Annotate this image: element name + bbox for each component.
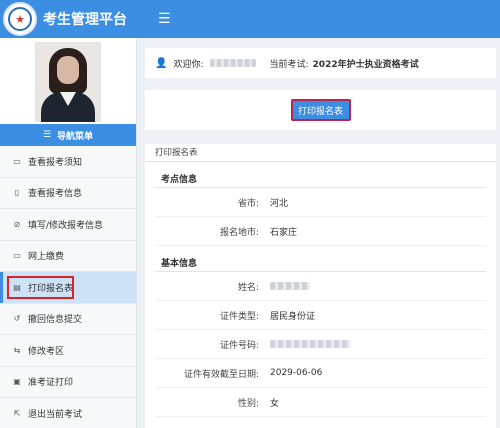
sidebar-item-label: 查看报考信息 [28, 189, 83, 200]
greeting-label: 欢迎你: [173, 59, 204, 70]
logout-icon: ⇱ [13, 408, 21, 418]
welcome-bar: 👤 欢迎你: 当前考试: 2022年护士执业资格考试 [145, 48, 496, 78]
exam-label: 当前考试: [269, 59, 309, 70]
sidebar: ☰ 导航菜单 ▭ 查看报考须知 ▯ 查看报考信息 ⊘ 填写/修改报考信息 ▭ 网上缴费 … [0, 38, 137, 428]
file-icon: ▯ [14, 188, 20, 198]
check-circle-icon: ⊘ [13, 219, 21, 229]
sidebar-item-exit-exam[interactable]: ⇱ 退出当前考试 [0, 398, 136, 428]
sidebar-item-print-form[interactable]: ▤ 打印报名表 [0, 272, 136, 304]
sidebar-item-label: 网上缴费 [28, 252, 65, 263]
ticket-icon: ▣ [13, 377, 21, 387]
main-content: 👤 欢迎你: 当前考试: 2022年护士执业资格考试 打印报名表 打印报名表 考… [137, 38, 500, 428]
field-value: 女 [270, 398, 280, 409]
form-row-province: 省市: 河北 [155, 188, 486, 217]
field-value: 2029-06-06 [270, 368, 323, 378]
field-label: 报名地市: [219, 227, 259, 238]
exam-name: 2022年护士执业资格考试 [312, 59, 419, 70]
form-title: 打印报名表 [145, 144, 496, 162]
sidebar-item-payment[interactable]: ▭ 网上缴费 [0, 241, 136, 272]
sidebar-item-change-area[interactable]: ⇆ 修改考区 [0, 335, 136, 367]
sidebar-item-label: 退出当前考试 [28, 409, 83, 420]
payment-icon: ▭ [13, 251, 21, 261]
sidebar-item-exam-info[interactable]: ▯ 查看报考信息 [0, 178, 136, 209]
form-row-id-expiry: 证件有效截至日期: 2029-06-06 [155, 359, 486, 388]
nav-list: ▭ 查看报考须知 ▯ 查看报考信息 ⊘ 填写/修改报考信息 ▭ 网上缴费 ▤ 打印报名表 … [0, 146, 136, 428]
sidebar-item-label: 查看报考须知 [28, 157, 83, 168]
redacted-id-number [270, 340, 350, 348]
swap-icon: ⇆ [13, 345, 21, 355]
redacted-name [270, 282, 310, 290]
sidebar-item-label: 填写/修改报考信息 [28, 220, 104, 231]
field-label: 省市: [237, 198, 259, 209]
form-row-name: 姓名: [155, 272, 486, 301]
field-label: 证件有效截至日期: [183, 369, 259, 380]
form-row-city: 报名地市: 石家庄 [155, 217, 486, 246]
field-value: 石家庄 [270, 227, 298, 238]
sidebar-item-admission-ticket[interactable]: ▣ 准考证打印 [0, 367, 136, 398]
form-row-gender: 性别: 女 [155, 388, 486, 417]
sidebar-item-label: 修改考区 [28, 346, 65, 357]
sidebar-item-withdraw[interactable]: ↺ 撤回信息提交 [0, 304, 136, 335]
sidebar-item-label: 撤回信息提交 [28, 315, 83, 326]
nav-header-label: 导航菜单 [57, 131, 94, 142]
field-label: 证件类型: [219, 311, 259, 322]
document-icon: ▭ [13, 156, 21, 166]
section-title-basic-info: 基本信息 [155, 252, 486, 272]
field-label: 证件号码: [219, 340, 259, 351]
star-icon: ★ [8, 7, 32, 31]
app-logo: ★ [3, 2, 37, 36]
avatar [35, 42, 101, 122]
field-value: 河北 [270, 198, 289, 209]
hamburger-icon[interactable]: ☰ [158, 11, 171, 27]
menu-icon: ☰ [42, 130, 52, 140]
highlight-box [7, 276, 74, 299]
sidebar-item-label: 准考证打印 [28, 378, 74, 389]
sidebar-item-edit-info[interactable]: ⊘ 填写/修改报考信息 [0, 209, 136, 241]
avatar-area [0, 38, 136, 124]
print-form-button[interactable]: 打印报名表 [290, 99, 351, 121]
action-area: 打印报名表 [145, 90, 496, 130]
redacted-username [209, 59, 256, 67]
section-title-exam-point: 考点信息 [155, 168, 486, 188]
undo-icon: ↺ [13, 314, 21, 324]
form-row-id-number: 证件号码: [155, 330, 486, 359]
app-title: 考生管理平台 [43, 12, 127, 28]
nav-header: ☰ 导航菜单 [0, 124, 136, 146]
user-icon: 👤 [155, 57, 168, 69]
top-header: ★ 考生管理平台 ☰ [0, 0, 500, 38]
field-value: 居民身份证 [270, 311, 316, 322]
registration-form: 打印报名表 考点信息 省市: 河北 报名地市: 石家庄 基本信息 姓名: 证件类… [145, 144, 496, 428]
form-row-id-type: 证件类型: 居民身份证 [155, 301, 486, 330]
sidebar-item-exam-notice[interactable]: ▭ 查看报考须知 [0, 146, 136, 178]
field-label: 姓名: [237, 282, 259, 293]
field-label: 性别: [237, 398, 259, 409]
